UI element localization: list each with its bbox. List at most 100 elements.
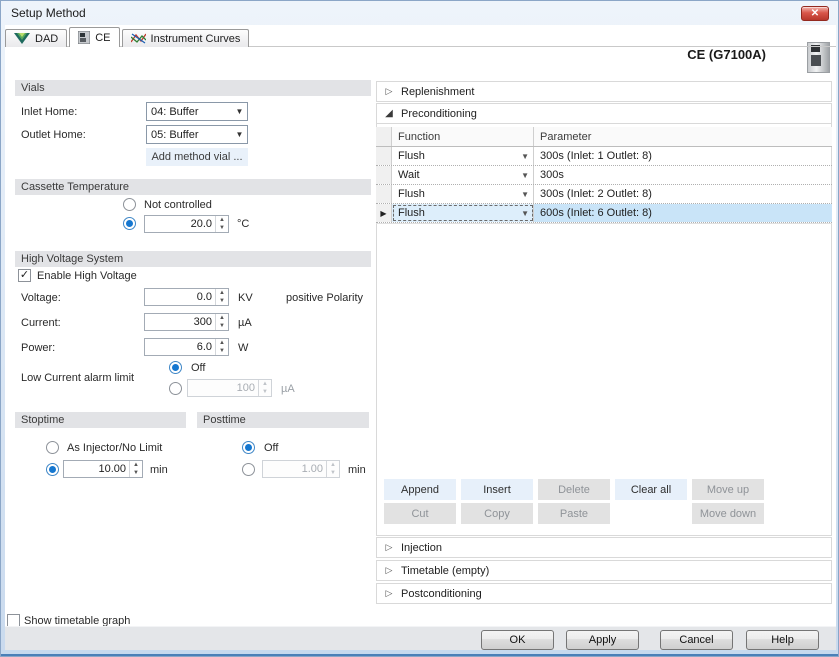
not-controlled-radio[interactable]	[123, 198, 136, 211]
spinner-arrows-icon: ▲ ▼	[326, 461, 339, 477]
current-label: Current:	[21, 317, 61, 329]
window-title: Setup Method	[11, 6, 86, 20]
current-unit: µA	[238, 317, 252, 329]
postconditioning-label: Postconditioning	[401, 587, 482, 600]
function-cell: Wait	[398, 169, 420, 181]
current-spinner[interactable]: ▲▼	[144, 313, 229, 331]
close-button[interactable]: ✕	[801, 6, 829, 21]
table-row[interactable]: Flush ▼ 300s (Inlet: 1 Outlet: 8)	[376, 147, 832, 166]
stoptime-spinner[interactable]: ▲▼	[63, 460, 143, 478]
inlet-home-select[interactable]: 04: Buffer ▼	[146, 102, 248, 121]
clear-all-button[interactable]: Clear all	[615, 479, 687, 500]
expander-expanded-icon: ◢	[385, 108, 393, 119]
chevron-down-icon[interactable]: ▼	[521, 190, 529, 199]
low-current-alarm-label: Low Current alarm limit	[21, 372, 135, 384]
chevron-down-icon: ▼	[235, 107, 244, 116]
temperature-input[interactable]	[145, 216, 215, 232]
parameter-cell: 300s	[540, 169, 564, 181]
ok-button[interactable]: OK	[481, 630, 554, 650]
posttime-off-radio[interactable]	[242, 441, 255, 454]
function-cell: Flush	[398, 207, 425, 219]
enable-high-voltage-label: Enable High Voltage	[37, 270, 137, 282]
spinner-arrows-icon: ▲ ▼	[258, 380, 271, 396]
outlet-home-select[interactable]: 05: Buffer ▼	[146, 125, 248, 144]
stoptime-as-injector-radio[interactable]	[46, 441, 59, 454]
preconditioning-table: Function Parameter Flush ▼ 300s (Inlet: 1…	[376, 127, 832, 224]
power-input[interactable]	[145, 339, 215, 355]
spinner-arrows-icon[interactable]: ▲ ▼	[129, 461, 142, 477]
section-timetable[interactable]: ▷ Timetable (empty)	[376, 560, 832, 581]
row-marker-header	[376, 127, 392, 146]
copy-button: Copy	[461, 503, 533, 524]
tabstrip: DAD CE Instrument Curves	[5, 27, 251, 47]
power-unit: W	[238, 342, 249, 354]
posttime-unit: min	[348, 464, 366, 476]
tab-ce-label: CE	[95, 31, 111, 44]
inlet-home-label: Inlet Home:	[21, 106, 78, 118]
spinner-arrows-icon[interactable]: ▲ ▼	[215, 216, 228, 232]
preconditioning-label: Preconditioning	[401, 107, 477, 120]
stoptime-as-injector-label: As Injector/No Limit	[67, 442, 163, 454]
chevron-down-icon[interactable]: ▼	[521, 152, 529, 161]
section-replenishment[interactable]: ▷ Replenishment	[376, 81, 832, 102]
curves-icon	[130, 33, 146, 44]
power-spinner[interactable]: ▲▼	[144, 338, 229, 356]
expander-collapsed-icon: ▷	[385, 542, 393, 552]
move-down-button: Move down	[692, 503, 764, 524]
posttime-input	[263, 461, 326, 477]
temperature-controlled-radio[interactable]	[123, 217, 136, 230]
temperature-spinner[interactable]: ▲▼	[144, 215, 229, 233]
low-current-off-label: Off	[191, 362, 206, 374]
outlet-home-value: 05: Buffer	[151, 128, 199, 141]
chevron-down-icon: ▼	[235, 130, 244, 139]
voltage-input[interactable]	[145, 289, 215, 305]
tab-ce[interactable]: CE	[69, 27, 120, 47]
section-postconditioning[interactable]: ▷ Postconditioning	[376, 583, 832, 604]
chevron-down-icon[interactable]: ▼	[521, 209, 529, 218]
low-current-limit-spinner: ▲▼	[187, 379, 272, 397]
stoptime-input[interactable]	[64, 461, 129, 477]
posttime-value-radio[interactable]	[242, 463, 255, 476]
voltage-spinner[interactable]: ▲▼	[144, 288, 229, 306]
spinner-arrows-icon[interactable]: ▲ ▼	[215, 314, 228, 330]
expander-collapsed-icon: ▷	[385, 588, 393, 598]
chevron-down-icon[interactable]: ▼	[521, 171, 529, 180]
titlebar: Setup Method ✕	[1, 1, 838, 25]
posttime-off-label: Off	[264, 442, 279, 454]
apply-button[interactable]: Apply	[566, 630, 639, 650]
cut-button: Cut	[384, 503, 456, 524]
add-method-vial-button[interactable]: Add method vial ...	[146, 148, 248, 166]
spinner-arrows-icon[interactable]: ▲ ▼	[215, 289, 228, 305]
injection-label: Injection	[401, 541, 442, 554]
polarity-text: positive Polarity	[286, 292, 364, 304]
low-current-limit-radio[interactable]	[169, 382, 182, 395]
enable-high-voltage-checkbox[interactable]: ✓	[18, 269, 31, 282]
section-injection[interactable]: ▷ Injection	[376, 537, 832, 558]
insert-button[interactable]: Insert	[461, 479, 533, 500]
spinner-arrows-icon[interactable]: ▲ ▼	[215, 339, 228, 355]
function-cell: Flush	[398, 188, 425, 200]
append-button[interactable]: Append	[384, 479, 456, 500]
low-current-off-radio[interactable]	[169, 361, 182, 374]
outlet-home-label: Outlet Home:	[21, 129, 86, 141]
table-row[interactable]: Wait ▼ 300s	[376, 166, 832, 185]
posttime-section-header: Posttime	[197, 412, 369, 428]
current-row-marker-icon: ▶	[376, 204, 392, 222]
table-row-selected[interactable]: ▶ Flush ▼ 600s (Inlet: 6 Outlet: 8)	[376, 204, 832, 223]
tab-instrument-curves[interactable]: Instrument Curves	[121, 29, 250, 47]
help-button[interactable]: Help	[746, 630, 819, 650]
stoptime-value-radio[interactable]	[46, 463, 59, 476]
cancel-button[interactable]: Cancel	[660, 630, 733, 650]
expander-collapsed-icon: ▷	[385, 86, 393, 96]
parameter-column-header[interactable]: Parameter	[534, 127, 832, 146]
current-input[interactable]	[145, 314, 215, 330]
replenishment-label: Replenishment	[401, 85, 475, 98]
function-column-header[interactable]: Function	[392, 127, 534, 146]
table-row[interactable]: Flush ▼ 300s (Inlet: 2 Outlet: 8)	[376, 185, 832, 204]
move-up-button: Move up	[692, 479, 764, 500]
device-title: CE (G7100A)	[687, 47, 766, 62]
posttime-spinner: ▲▼	[262, 460, 340, 478]
delete-button: Delete	[538, 479, 610, 500]
section-preconditioning[interactable]: ◢ Preconditioning	[376, 103, 832, 124]
tab-dad[interactable]: DAD	[5, 29, 68, 47]
